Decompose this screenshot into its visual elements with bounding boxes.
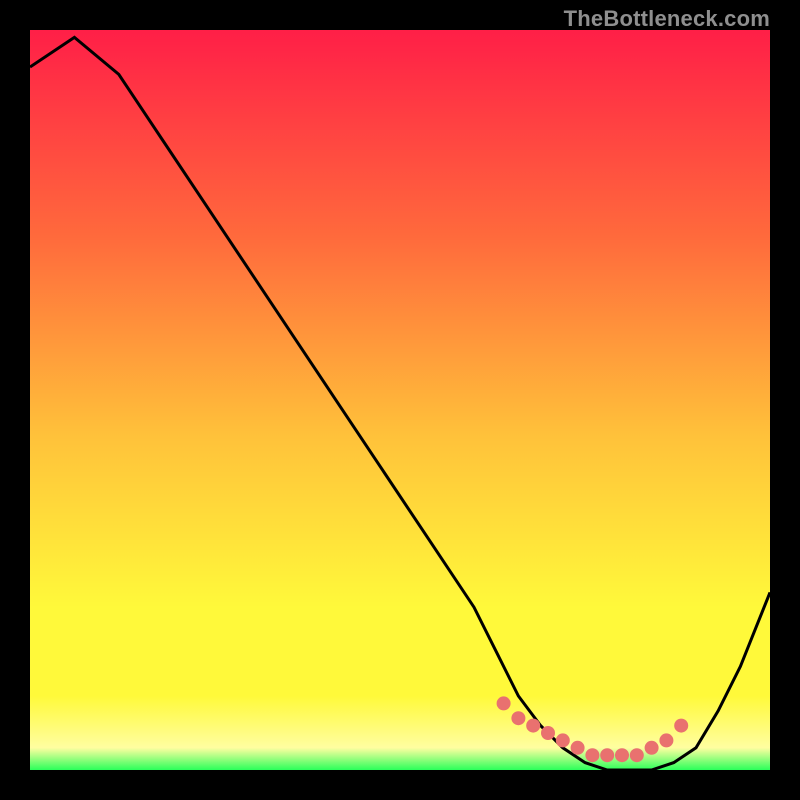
optimal-dot	[659, 733, 673, 747]
optimal-dot	[526, 719, 540, 733]
optimal-dot	[497, 696, 511, 710]
watermark-text: TheBottleneck.com	[564, 6, 770, 32]
optimal-dot	[585, 748, 599, 762]
gradient-background	[30, 30, 770, 770]
optimal-dot	[615, 748, 629, 762]
optimal-dot	[541, 726, 555, 740]
plot-area	[30, 30, 770, 770]
optimal-dot	[630, 748, 644, 762]
optimal-dot	[511, 711, 525, 725]
optimal-dot	[556, 733, 570, 747]
optimal-dot	[600, 748, 614, 762]
chart-svg	[30, 30, 770, 770]
chart-frame: TheBottleneck.com	[0, 0, 800, 800]
optimal-dot	[674, 719, 688, 733]
optimal-dot	[645, 741, 659, 755]
optimal-dot	[571, 741, 585, 755]
